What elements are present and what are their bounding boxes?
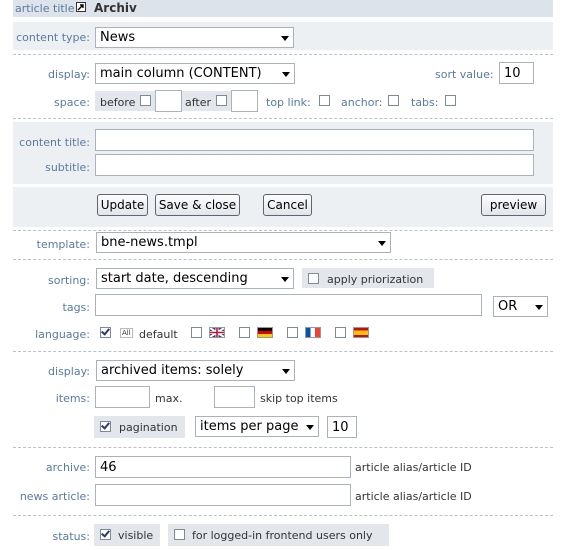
chevron-down-icon <box>306 424 314 430</box>
language-label: language: <box>35 328 90 341</box>
content-type-select[interactable]: News <box>95 27 294 48</box>
space-label: space: <box>54 96 90 109</box>
divider <box>13 54 553 55</box>
visible-label: visible <box>118 529 154 542</box>
display2-select[interactable]: archived items: solely <box>96 360 295 381</box>
tags-operator-select[interactable]: OR <box>493 296 548 317</box>
sort-value-label: sort value: <box>435 68 494 81</box>
before-input[interactable] <box>155 90 182 112</box>
sort-value-input[interactable]: 10 <box>499 62 534 84</box>
chevron-down-icon <box>281 276 289 282</box>
skip-top-input[interactable] <box>214 386 255 408</box>
priorization-label: apply priorization <box>327 273 424 286</box>
archive-input[interactable]: 46 <box>95 456 351 478</box>
tabs-label: tabs: <box>411 96 439 109</box>
display-value: main column (CONTENT) <box>100 66 262 81</box>
anchor-label: anchor: <box>341 96 383 109</box>
chevron-down-icon <box>282 368 290 374</box>
display-select[interactable]: main column (CONTENT) <box>95 63 295 84</box>
language-default-checkbox[interactable] <box>100 327 111 338</box>
pagination-label: pagination <box>119 421 178 434</box>
save-close-button[interactable]: Save & close <box>155 194 240 216</box>
all-languages-icon: All <box>120 328 133 338</box>
archive-label: archive: <box>45 461 90 474</box>
external-link-icon[interactable] <box>76 2 86 12</box>
uk-flag-icon <box>209 327 225 338</box>
language-de-checkbox[interactable] <box>239 327 250 338</box>
page-title: Archiv <box>94 1 137 15</box>
display-label: display: <box>48 68 90 81</box>
tabs-checkbox[interactable] <box>445 95 456 106</box>
before-checkbox[interactable] <box>140 95 151 106</box>
content-type-value: News <box>100 30 136 45</box>
visible-checkbox[interactable] <box>100 529 111 540</box>
subtitle-label: subtitle: <box>45 161 90 174</box>
pagination-checkbox[interactable] <box>100 421 111 432</box>
sorting-value: start date, descending <box>101 271 248 286</box>
pagination-mode-select[interactable]: items per page <box>195 416 319 437</box>
news-article-label: news article: <box>19 490 90 503</box>
logged-in-checkbox[interactable] <box>174 529 185 540</box>
display2-value: archived items: solely <box>101 363 244 378</box>
divider <box>13 118 553 119</box>
items-max-input[interactable] <box>95 386 150 408</box>
divider <box>13 515 553 516</box>
tags-operator-value: OR <box>498 299 518 314</box>
divider <box>13 230 553 231</box>
template-label: template: <box>36 238 90 251</box>
status-label: status: <box>52 530 90 543</box>
subtitle-input[interactable] <box>95 154 534 176</box>
after-label: after <box>185 96 212 109</box>
sorting-label: sorting: <box>47 274 90 287</box>
skip-top-label: skip top items <box>260 392 338 405</box>
pagination-count-input[interactable]: 10 <box>327 416 357 438</box>
max-label: max. <box>155 392 183 405</box>
logged-in-label: for logged-in frontend users only <box>192 529 373 542</box>
template-value: bne-news.tmpl <box>101 235 198 250</box>
priorization-checkbox[interactable] <box>308 273 319 284</box>
tags-label: tags: <box>62 301 90 314</box>
cancel-button[interactable]: Cancel <box>263 194 312 216</box>
anchor-checkbox[interactable] <box>388 95 399 106</box>
top-link-label: top link: <box>266 96 311 109</box>
france-flag-icon <box>305 327 321 338</box>
preview-button[interactable]: preview <box>481 194 546 216</box>
germany-flag-icon <box>257 327 273 338</box>
archive-hint: article alias/article ID <box>355 461 472 474</box>
language-en-checkbox[interactable] <box>191 327 202 338</box>
divider <box>13 259 553 260</box>
content-title-label: content title: <box>19 136 90 149</box>
chevron-down-icon <box>535 304 543 310</box>
language-es-checkbox[interactable] <box>335 327 346 338</box>
chevron-down-icon <box>282 71 290 77</box>
chevron-down-icon <box>281 35 289 41</box>
divider <box>13 351 553 352</box>
language-fr-checkbox[interactable] <box>287 327 298 338</box>
content-title-input[interactable] <box>95 129 534 151</box>
news-article-hint: article alias/article ID <box>355 490 472 503</box>
sorting-select[interactable]: start date, descending <box>96 268 294 289</box>
items-label: items: <box>55 392 90 405</box>
tags-input[interactable] <box>95 294 482 316</box>
top-link-checkbox[interactable] <box>319 95 330 106</box>
spain-flag-icon <box>353 327 369 338</box>
display2-label: display: <box>48 365 90 378</box>
chevron-down-icon <box>378 240 386 246</box>
before-label: before <box>100 96 136 109</box>
article-title-label: article title <box>15 2 75 15</box>
news-article-input[interactable] <box>95 484 351 506</box>
after-checkbox[interactable] <box>216 95 227 106</box>
divider <box>13 447 553 448</box>
update-button[interactable]: Update <box>97 194 148 216</box>
after-input[interactable] <box>231 90 258 112</box>
pagination-mode-value: items per page <box>200 419 299 434</box>
default-label: default <box>139 328 178 341</box>
template-select[interactable]: bne-news.tmpl <box>96 232 391 253</box>
content-type-label: content type: <box>16 31 90 44</box>
